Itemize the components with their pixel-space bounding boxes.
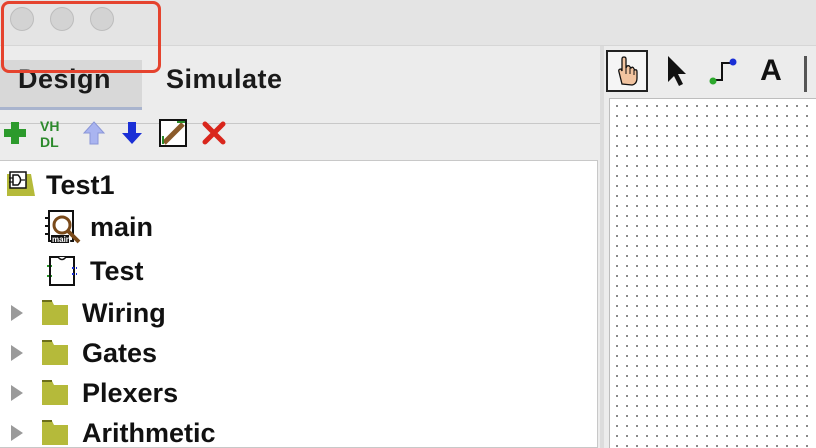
circuit-icon (47, 256, 77, 286)
tree-circuit-test[interactable]: Test (0, 251, 596, 291)
folder-icon (42, 420, 68, 445)
tab-simulate[interactable]: Simulate (166, 60, 283, 110)
delete-circuit-button[interactable] (199, 118, 229, 148)
explorer-toolbar: VH DL (0, 116, 604, 150)
canvas-pane: A (604, 46, 816, 448)
tab-bar: Design Simulate (0, 60, 604, 124)
title-bar (0, 0, 816, 46)
folder-icon (42, 340, 68, 365)
minimize-window-button[interactable] (50, 7, 74, 31)
app-window: Design Simulate VH DL Test1 main main Te… (0, 0, 816, 448)
edit-appearance-button[interactable] (158, 118, 188, 148)
folder-icon (42, 380, 68, 405)
poke-tool-button[interactable] (606, 50, 648, 92)
tree-library-plexers[interactable]: Plexers (0, 373, 596, 413)
toolbar-separator (804, 56, 807, 92)
library-label: Gates (82, 337, 158, 368)
tree-library-gates[interactable]: Gates (0, 333, 596, 373)
pencil-icon (159, 119, 187, 147)
arrow-down-icon (122, 122, 142, 144)
svg-text:VH: VH (40, 118, 59, 134)
pointer-icon (668, 56, 686, 86)
expand-arrow-icon[interactable] (11, 345, 23, 361)
tree-library-wiring[interactable]: Wiring (0, 293, 596, 333)
library-label: Plexers (82, 377, 179, 408)
add-vhdl-button[interactable]: VH DL (38, 118, 70, 149)
wire-tool-button[interactable] (702, 50, 744, 92)
select-tool-button[interactable] (656, 50, 698, 92)
text-tool-button[interactable]: A (750, 50, 792, 92)
library-label: Wiring (82, 297, 166, 328)
tree-circuit-main[interactable]: main main (0, 207, 596, 247)
move-down-button[interactable] (117, 118, 147, 148)
tree-project-row[interactable]: Test1 (0, 165, 596, 205)
tab-design[interactable]: Design (0, 60, 142, 110)
expand-arrow-icon[interactable] (11, 425, 23, 441)
text-tool-icon: A (760, 54, 782, 87)
move-up-button[interactable] (79, 118, 109, 148)
tree-library-arithmetic[interactable]: Arithmetic (0, 413, 596, 448)
zoom-window-button[interactable] (90, 7, 114, 31)
library-label: Arithmetic (82, 417, 216, 448)
project-tree: Test1 main main Test Wiring Gates Plexer… (0, 160, 598, 448)
circuit-canvas[interactable] (609, 98, 816, 448)
delete-x-icon (202, 121, 226, 145)
vhdl-icon: VH DL (40, 118, 59, 149)
expand-arrow-icon[interactable] (11, 305, 23, 321)
arrow-up-icon (82, 121, 106, 145)
close-window-button[interactable] (10, 7, 34, 31)
circuit-main-label: main (90, 211, 154, 242)
add-circuit-button[interactable] (0, 118, 30, 148)
main-badge: main (52, 235, 71, 244)
project-icon (7, 171, 35, 196)
svg-text:DL: DL (40, 134, 59, 149)
circuit-test-label: Test (90, 255, 144, 286)
hand-poke-icon (618, 56, 638, 86)
wire-icon (709, 58, 737, 85)
plus-icon (4, 122, 26, 144)
explorer-pane: Design Simulate VH DL Test1 main main Te… (0, 46, 604, 448)
expand-arrow-icon[interactable] (11, 385, 23, 401)
folder-icon (42, 300, 68, 325)
project-label: Test1 (46, 169, 115, 200)
